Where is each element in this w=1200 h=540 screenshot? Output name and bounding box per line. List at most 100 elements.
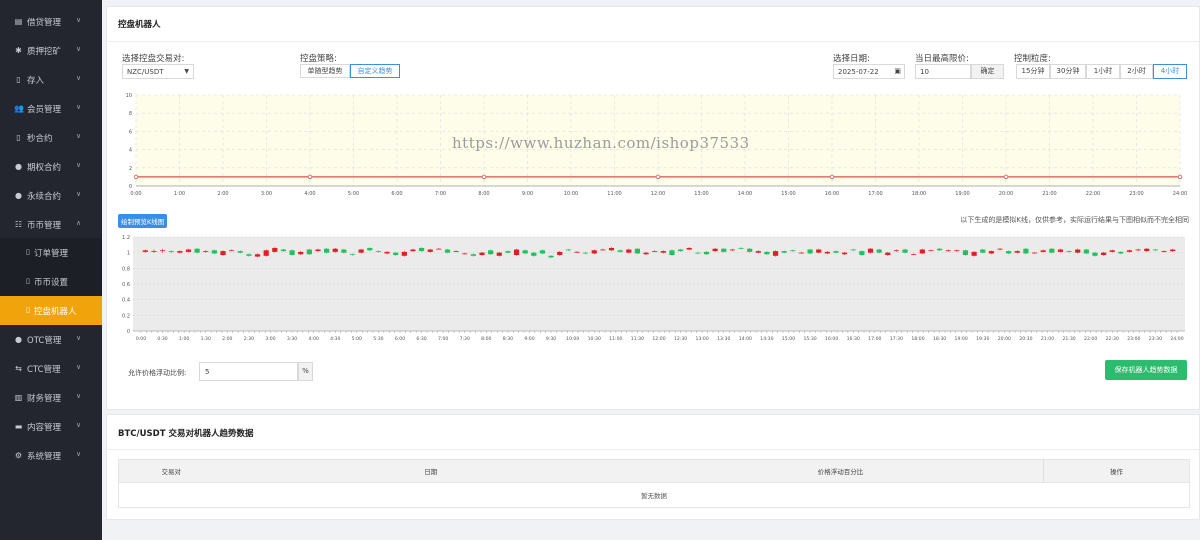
candle-body xyxy=(522,250,528,254)
chevron-icon: ∨ xyxy=(76,334,82,342)
x-tick-label: 23:30 xyxy=(1149,336,1162,342)
x-tick-label: 22:30 xyxy=(1106,336,1119,342)
x-tick-label: 19:30 xyxy=(976,336,989,342)
trend-title: BTC/USDT 交易对机器人趋势数据 xyxy=(118,429,254,439)
x-tick-label: 18:00 xyxy=(911,336,924,342)
candle-body xyxy=(1040,250,1046,252)
candle-body xyxy=(833,251,839,253)
candle-body xyxy=(617,250,623,252)
candle-body xyxy=(324,248,330,253)
x-tick-label: 2:00 xyxy=(217,191,228,197)
candle-body xyxy=(850,249,856,251)
x-tick-label: 20:00 xyxy=(998,336,1011,342)
x-tick-label: 14:30 xyxy=(760,336,773,342)
candle-body xyxy=(194,248,200,253)
candle-body xyxy=(954,250,960,252)
pair-label: 选择控盘交易对: xyxy=(122,54,185,64)
exchange-icon: ⇆ xyxy=(15,364,22,373)
confirm-button[interactable]: 确定 xyxy=(971,64,1004,79)
x-tick-label: 13:00 xyxy=(696,336,709,342)
limit-input[interactable]: 10 xyxy=(915,64,971,79)
folder-icon: ▬ xyxy=(14,422,23,431)
x-tick-label: 3:00 xyxy=(261,191,272,197)
data-point xyxy=(1003,174,1009,180)
sidebar-subitem[interactable]: ▯ 控盘机器人 xyxy=(0,296,102,325)
candle-body xyxy=(203,251,209,252)
candle-body xyxy=(1170,249,1176,252)
candle-body xyxy=(859,251,865,256)
sidebar-item[interactable]: ⚙ 系统管理 ∨ xyxy=(0,441,102,470)
chevron-icon: ∨ xyxy=(76,45,82,53)
sidebar-item[interactable]: ● 永续合约 ∨ xyxy=(0,181,102,210)
pair-select[interactable]: NZC/USDT ▼ xyxy=(122,64,194,79)
y-tick-label: 10 xyxy=(126,93,132,99)
sidebar-item[interactable]: ▬ 内容管理 ∨ xyxy=(0,412,102,441)
sidebar-item-label: 币币管理 xyxy=(27,221,62,231)
strategy-option[interactable]: 单随型趋势 xyxy=(300,64,350,78)
candle-body xyxy=(410,249,416,252)
col-action: 操作 xyxy=(1043,459,1190,483)
granularity-option[interactable]: 1小时 xyxy=(1086,64,1120,79)
date-input[interactable]: 2025-07-22 ▣ xyxy=(833,64,905,79)
sidebar-item[interactable]: ● 期权合约 ∨ xyxy=(0,152,102,181)
sidebar-item-label: 存入 xyxy=(27,76,45,86)
candle-body xyxy=(712,248,718,252)
granularity-label: 控制粒度: xyxy=(1014,54,1051,64)
save-trend-button[interactable]: 保存机器人趋势数据 xyxy=(1105,360,1187,380)
granularity-option[interactable]: 15分钟 xyxy=(1016,64,1050,79)
candle-body xyxy=(1109,250,1115,252)
doc-icon: ▤ xyxy=(14,17,23,26)
chevron-icon: ∨ xyxy=(76,450,82,458)
sidebar-item[interactable]: 👥 会员管理 ∨ xyxy=(0,94,102,123)
sidebar-item[interactable]: ● OTC管理 ∨ xyxy=(0,325,102,354)
float-label: 允许价格浮动比例: xyxy=(128,369,187,377)
sidebar-item[interactable]: ⇆ CTC管理 ∨ xyxy=(0,354,102,383)
kline-preview-tag[interactable]: 绘制预览K线图 xyxy=(118,214,168,228)
sidebar-item[interactable]: ▯ 存入 ∨ xyxy=(0,65,102,94)
candle-body xyxy=(557,251,563,256)
strategy-option[interactable]: 自定义趋势 xyxy=(350,64,400,78)
candle-body xyxy=(168,251,174,252)
candle-body xyxy=(660,251,666,253)
x-tick-label: 4:00 xyxy=(309,336,319,342)
candle-body xyxy=(1057,249,1064,252)
chevron-icon: ∨ xyxy=(76,74,82,82)
granularity-option[interactable]: 2小时 xyxy=(1120,64,1153,79)
candle-body xyxy=(591,250,597,254)
sidebar-item-label: 借贷管理 xyxy=(27,18,62,28)
sidebar-item[interactable]: ▥ 财务管理 ∨ xyxy=(0,383,102,412)
sidebar-item[interactable]: ▤ 借贷管理 ∨ xyxy=(0,7,102,36)
x-tick-label: 19:00 xyxy=(955,336,968,342)
sidebar-item[interactable]: ✱ 质押挖矿 ∨ xyxy=(0,36,102,65)
sidebar-item[interactable]: ☷ 币币管理 ∧ xyxy=(0,210,102,239)
doc-icon: ▯ xyxy=(16,75,21,84)
x-tick-label: 22:00 xyxy=(1086,191,1100,197)
candle-body xyxy=(1049,248,1055,253)
sidebar-subitem[interactable]: ▯ 币币设置 xyxy=(0,267,102,296)
candle-body xyxy=(1031,252,1038,254)
col-float: 价格浮动百分比 xyxy=(817,468,864,476)
y-tick-label: 0.6 xyxy=(122,282,130,288)
x-tick-label: 17:00 xyxy=(868,336,881,342)
candle-body xyxy=(1126,250,1133,252)
granularity-option[interactable]: 30分钟 xyxy=(1050,64,1086,79)
sidebar-item[interactable]: ▯ 秒合约 ∨ xyxy=(0,123,102,152)
candle-body xyxy=(211,250,217,254)
candle-body xyxy=(798,252,805,254)
granularity-option[interactable]: 4小时 xyxy=(1153,64,1187,79)
sidebar-subitem[interactable]: ▯ 订单管理 xyxy=(0,238,102,267)
trend-table: 交易对 日期 价格浮动百分比 操作 暂无数据 xyxy=(118,459,1190,508)
candle-body xyxy=(229,250,235,252)
candle-body xyxy=(462,253,468,255)
candle-body xyxy=(729,249,735,251)
candle-body xyxy=(755,251,761,253)
users-icon: 👥 xyxy=(14,104,24,113)
x-tick-label: 5:30 xyxy=(373,336,383,342)
candle-body xyxy=(298,251,304,255)
data-point xyxy=(829,174,835,180)
float-input[interactable]: 5 xyxy=(199,362,298,381)
x-tick-label: 3:00 xyxy=(265,336,275,342)
empty-text: 暂无数据 xyxy=(118,482,1190,508)
candle-body xyxy=(1023,248,1029,254)
x-tick-label: 12:00 xyxy=(652,336,665,342)
